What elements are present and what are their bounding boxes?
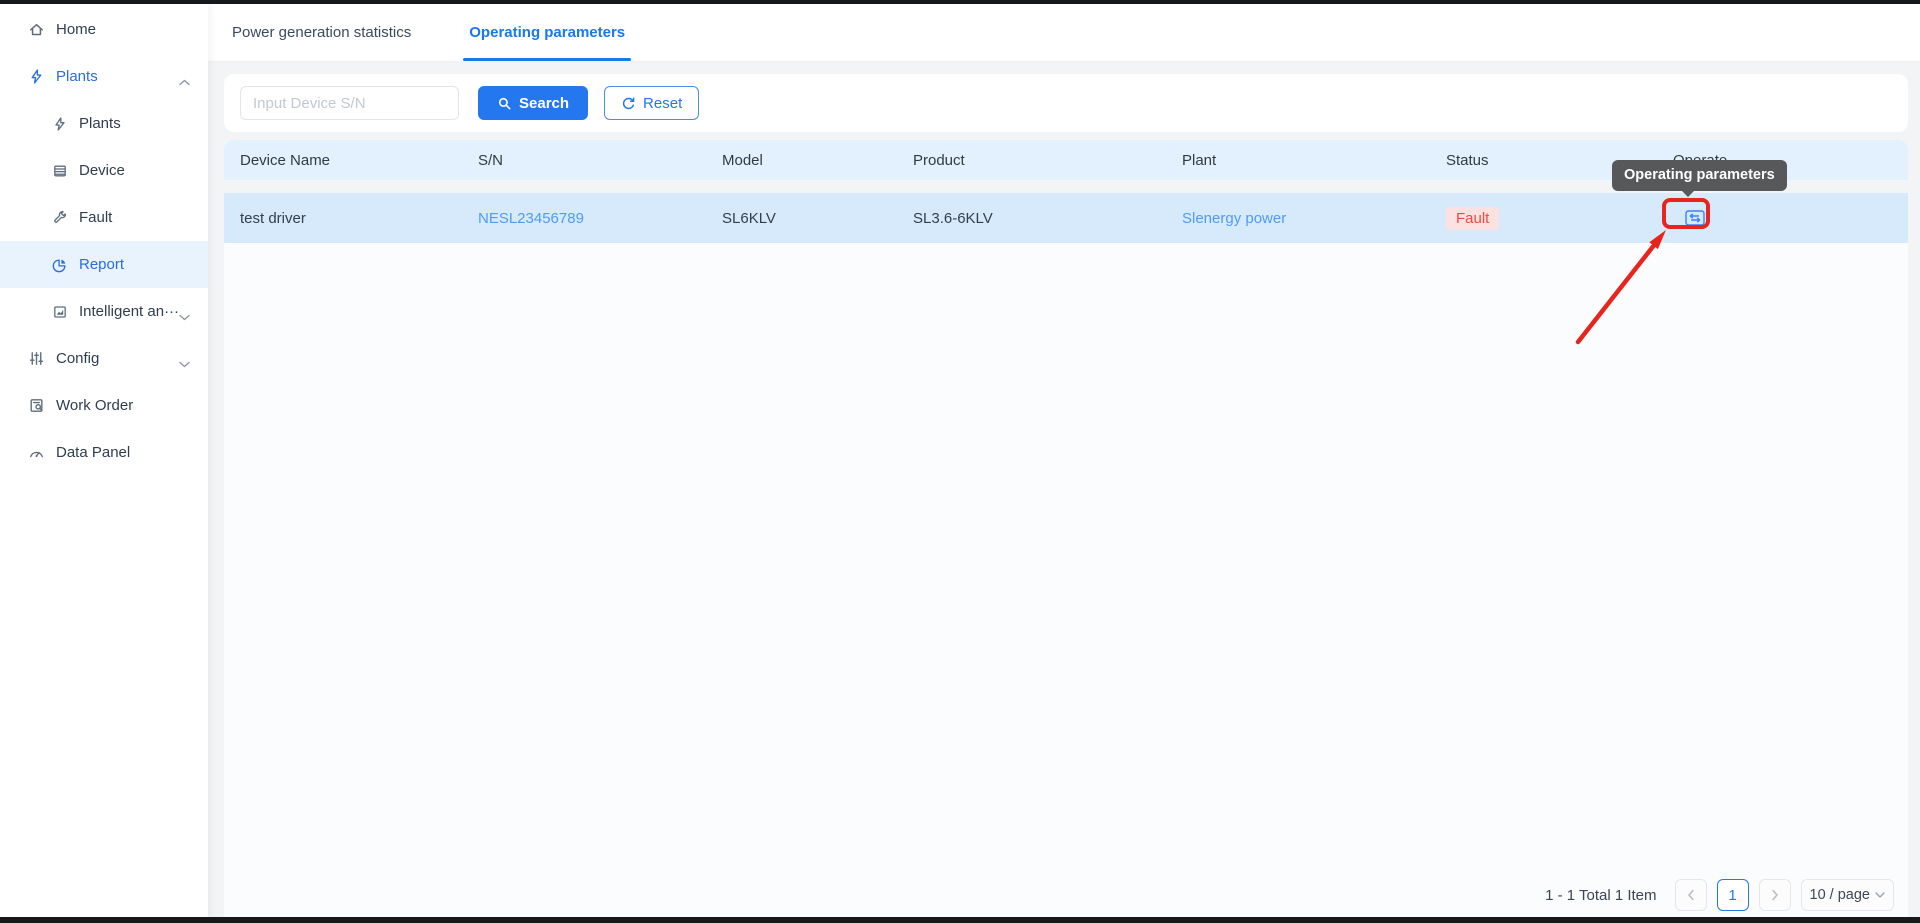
chevron-down-icon xyxy=(1875,892,1885,898)
product-cell: SL3.6-6KLV xyxy=(913,210,1182,227)
tooltip-caret xyxy=(1681,190,1695,197)
device-name-cell: test driver xyxy=(240,210,478,227)
column-header-sn: S/N xyxy=(478,152,722,169)
main-content: Power generation statistics Operating pa… xyxy=(208,4,1920,917)
tab-operating-parameters[interactable]: Operating parameters xyxy=(469,4,625,61)
tab-label: Operating parameters xyxy=(469,24,625,41)
sidebar-item-device[interactable]: Device xyxy=(0,147,208,194)
sidebar: Home Plants Plants xyxy=(0,4,208,917)
sidebar-item-report[interactable]: Report xyxy=(0,241,208,288)
sliders-icon xyxy=(28,350,45,367)
sidebar-item-label: Data Panel xyxy=(56,444,190,461)
search-button[interactable]: Search xyxy=(478,86,588,120)
sidebar-item-label: Device xyxy=(79,162,190,179)
refresh-icon xyxy=(621,96,636,111)
operating-parameters-button[interactable] xyxy=(1679,205,1711,231)
sidebar-item-plants[interactable]: Plants xyxy=(0,100,208,147)
sidebar-item-label: Plants xyxy=(56,68,179,85)
status-badge: Fault xyxy=(1446,207,1499,230)
wrench-icon xyxy=(51,209,68,226)
pagination-next-button[interactable] xyxy=(1759,879,1791,911)
table-row: test driver NESL23456789 SL6KLV SL3.6-6K… xyxy=(224,193,1908,243)
column-header-product: Product xyxy=(913,152,1182,169)
home-icon xyxy=(28,21,45,38)
sidebar-item-data-panel[interactable]: Data Panel xyxy=(0,429,208,476)
page-size-select[interactable]: 10 / page xyxy=(1801,879,1894,911)
sidebar-item-config[interactable]: Config xyxy=(0,335,208,382)
sidebar-item-intelligent-analysis[interactable]: Intelligent an··· xyxy=(0,288,208,335)
chevron-right-icon xyxy=(1771,889,1779,901)
lightning-icon xyxy=(28,68,45,85)
device-sn-input[interactable] xyxy=(240,86,459,120)
pagination-summary: 1 - 1 Total 1 Item xyxy=(1545,887,1656,904)
tooltip-label: Operating parameters xyxy=(1624,167,1775,183)
sidebar-item-label: Report xyxy=(79,256,190,273)
chevron-left-icon xyxy=(1687,889,1695,901)
sidebar-item-fault[interactable]: Fault xyxy=(0,194,208,241)
search-button-label: Search xyxy=(519,95,569,112)
tab-label: Power generation statistics xyxy=(232,24,411,41)
device-table: Device Name S/N Model Product Plant Stat… xyxy=(224,140,1908,917)
chart-icon xyxy=(51,303,68,320)
search-icon xyxy=(497,96,512,111)
file-search-icon xyxy=(28,397,45,414)
column-header-device-name: Device Name xyxy=(240,152,478,169)
page-size-value: 10 / page xyxy=(1810,887,1870,903)
lightning-icon xyxy=(51,115,68,132)
sidebar-item-home[interactable]: Home xyxy=(0,6,208,53)
pie-chart-icon xyxy=(51,256,68,273)
app-screenshot: Home Plants Plants xyxy=(0,0,1920,923)
sidebar-item-label: Plants xyxy=(79,115,190,132)
column-header-model: Model xyxy=(722,152,913,169)
tab-bar: Power generation statistics Operating pa… xyxy=(208,4,1920,62)
chevron-up-icon xyxy=(179,73,190,80)
reset-button[interactable]: Reset xyxy=(604,86,699,120)
sidebar-item-work-order[interactable]: Work Order xyxy=(0,382,208,429)
sidebar-item-label: Home xyxy=(56,21,190,38)
device-list-icon xyxy=(51,162,68,179)
column-header-plant: Plant xyxy=(1182,152,1446,169)
operating-parameters-icon xyxy=(1685,210,1705,226)
sidebar-item-label: Config xyxy=(56,350,179,367)
chevron-down-icon xyxy=(179,355,190,362)
sidebar-item-label: Fault xyxy=(79,209,190,226)
plant-link[interactable]: Slenergy power xyxy=(1182,210,1286,227)
device-sn-link[interactable]: NESL23456789 xyxy=(478,210,584,227)
pagination-page-1-button[interactable]: 1 xyxy=(1717,879,1749,911)
chevron-down-icon xyxy=(179,308,190,315)
pagination-prev-button[interactable] xyxy=(1675,879,1707,911)
operating-parameters-tooltip: Operating parameters xyxy=(1612,160,1787,191)
gauge-icon xyxy=(28,444,45,461)
sidebar-item-plants-group[interactable]: Plants xyxy=(0,53,208,100)
model-cell: SL6KLV xyxy=(722,210,913,227)
pagination: 1 - 1 Total 1 Item 1 10 / page xyxy=(1545,879,1894,911)
sidebar-item-label: Intelligent an··· xyxy=(79,303,179,320)
sidebar-item-label: Work Order xyxy=(56,397,190,414)
tab-power-generation-statistics[interactable]: Power generation statistics xyxy=(232,4,411,61)
filter-panel: Search Reset xyxy=(224,74,1908,132)
app-window: Home Plants Plants xyxy=(0,4,1920,917)
reset-button-label: Reset xyxy=(643,95,682,112)
